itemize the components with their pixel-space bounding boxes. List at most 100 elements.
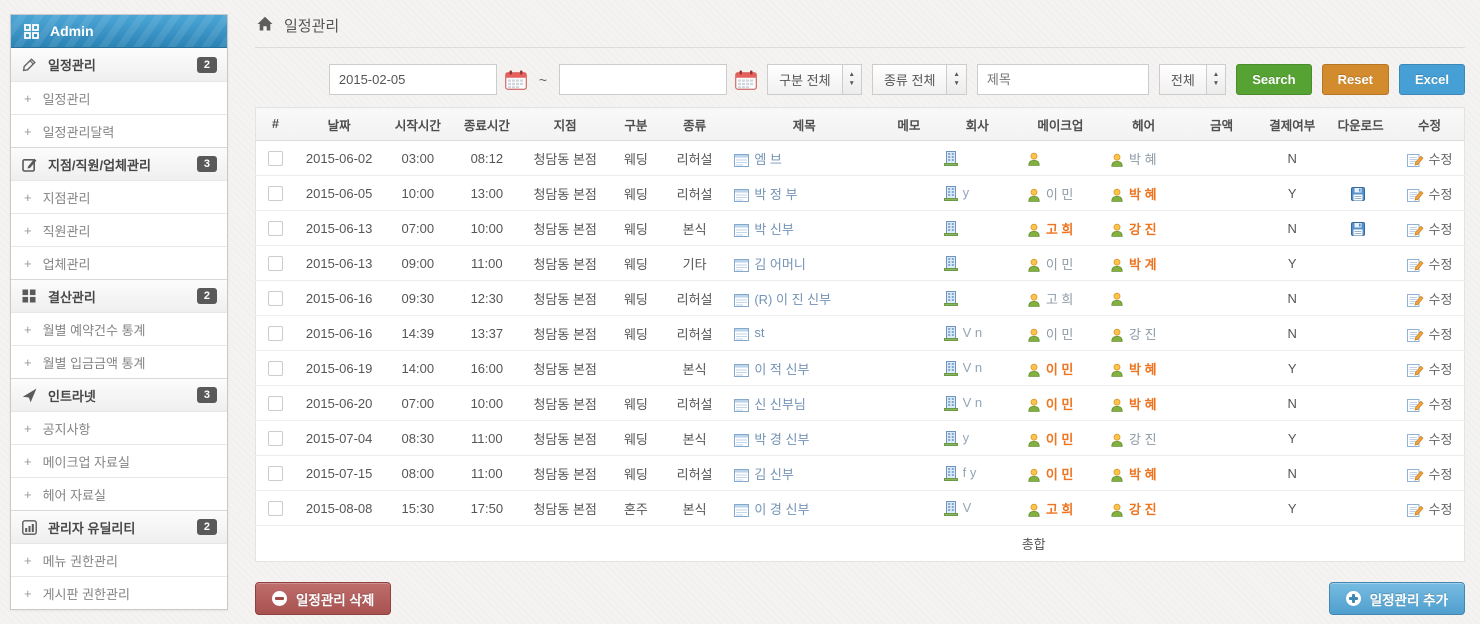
cell-paid: Y xyxy=(1258,246,1326,281)
sidebar-item[interactable]: + 메이크업 자료실 xyxy=(11,444,227,477)
row-checkbox[interactable] xyxy=(268,291,283,306)
edit-link[interactable]: 수정 xyxy=(1407,502,1453,517)
schedule-title-link[interactable]: st xyxy=(754,325,764,340)
makeup-artist-link[interactable]: 이 민 xyxy=(1046,257,1074,272)
calendar-icon[interactable] xyxy=(505,70,527,90)
row-checkbox[interactable] xyxy=(268,151,283,166)
hair-artist-link[interactable]: 박 혜 xyxy=(1129,397,1157,412)
makeup-artist-link[interactable]: 이 민 xyxy=(1046,327,1074,342)
spinner-arrows-icon[interactable]: ▲▼ xyxy=(842,65,861,94)
schedule-title-link[interactable]: 이 적 신부 xyxy=(754,362,809,377)
schedule-title-link[interactable]: 김 어머니 xyxy=(754,257,805,272)
makeup-artist-link[interactable]: 이 민 xyxy=(1046,187,1074,202)
edit-link[interactable]: 수정 xyxy=(1407,327,1453,342)
date-from-input[interactable] xyxy=(329,64,497,95)
hair-artist-link[interactable]: 박 혜 xyxy=(1129,467,1157,482)
schedule-title-link[interactable]: (R) 이 진 신부 xyxy=(754,292,831,307)
sidebar-header[interactable]: Admin xyxy=(11,15,227,48)
sidebar-section[interactable]: 일정관리 2 xyxy=(11,48,227,81)
edit-link[interactable]: 수정 xyxy=(1407,152,1453,167)
kind-filter-select[interactable]: 종류 전체 ▲▼ xyxy=(872,64,967,95)
schedule-title-link[interactable]: 박 정 부 xyxy=(754,187,797,202)
edit-link[interactable]: 수정 xyxy=(1407,397,1453,412)
date-to-input[interactable] xyxy=(559,64,727,95)
row-checkbox[interactable] xyxy=(268,186,283,201)
spinner-arrows-icon[interactable]: ▲▼ xyxy=(1206,65,1225,94)
hair-artist-link[interactable]: 박 계 xyxy=(1129,257,1157,272)
edit-link[interactable]: 수정 xyxy=(1407,467,1453,482)
schedule-title-link[interactable]: 신 신부님 xyxy=(754,397,805,412)
row-checkbox[interactable] xyxy=(268,256,283,271)
hair-artist-link[interactable]: 강 진 xyxy=(1129,502,1157,517)
sidebar-section[interactable]: 지점/직원/업체관리 3 xyxy=(11,147,227,180)
row-checkbox[interactable] xyxy=(268,501,283,516)
schedule-title-link[interactable]: 이 경 신부 xyxy=(754,502,809,517)
sidebar-section[interactable]: 인트라넷 3 xyxy=(11,378,227,411)
delete-schedule-button[interactable]: 일정관리 삭제 xyxy=(255,582,391,615)
sidebar-section-label: 인트라넷 xyxy=(48,386,96,405)
hair-artist-link[interactable]: 박 혜 xyxy=(1129,152,1157,167)
makeup-artist-link[interactable]: 이 민 xyxy=(1046,432,1074,447)
floppy-disk-icon[interactable] xyxy=(1351,187,1365,201)
sidebar-item[interactable]: + 메뉴 권한관리 xyxy=(11,543,227,576)
hair-artist-link[interactable]: 강 진 xyxy=(1129,432,1157,447)
hair-artist-link[interactable]: 강 진 xyxy=(1129,222,1157,237)
sidebar-section[interactable]: 결산관리 2 xyxy=(11,279,227,312)
makeup-artist-link[interactable]: 이 민 xyxy=(1046,362,1074,377)
add-schedule-button[interactable]: 일정관리 추가 xyxy=(1329,582,1465,615)
sidebar-item[interactable]: + 월별 예약건수 통계 xyxy=(11,312,227,345)
sidebar-item[interactable]: + 직원관리 xyxy=(11,213,227,246)
hair-artist-link[interactable]: 박 혜 xyxy=(1129,362,1157,377)
document-icon xyxy=(734,259,749,272)
makeup-artist-link[interactable]: 이 민 xyxy=(1046,467,1074,482)
cell-memo xyxy=(882,386,936,421)
row-checkbox[interactable] xyxy=(268,221,283,236)
makeup-artist-link[interactable]: 이 민 xyxy=(1046,397,1074,412)
row-checkbox[interactable] xyxy=(268,361,283,376)
search-button[interactable]: Search xyxy=(1236,64,1311,95)
sidebar-item[interactable]: + 헤어 자료실 xyxy=(11,477,227,510)
cell-branch: 청담동 본점 xyxy=(521,211,609,246)
bottom-actions: 일정관리 삭제 일정관리 추가 xyxy=(255,582,1465,615)
document-icon xyxy=(734,154,749,167)
row-checkbox[interactable] xyxy=(268,326,283,341)
sidebar-item[interactable]: + 게시판 권한관리 xyxy=(11,576,227,609)
sidebar-item[interactable]: + 월별 입금금액 통계 xyxy=(11,345,227,378)
edit-link[interactable]: 수정 xyxy=(1407,187,1453,202)
schedule-title-link[interactable]: 박 신부 xyxy=(754,222,794,237)
spinner-arrows-icon[interactable]: ▲▼ xyxy=(946,65,965,94)
cell-memo xyxy=(882,246,936,281)
edit-link[interactable]: 수정 xyxy=(1407,222,1453,237)
sidebar-item[interactable]: + 일정관리 xyxy=(11,81,227,114)
hair-artist-link[interactable]: 강 진 xyxy=(1129,327,1157,342)
calendar-icon[interactable] xyxy=(735,70,757,90)
title-search-input[interactable] xyxy=(977,64,1149,95)
edit-link[interactable]: 수정 xyxy=(1407,292,1453,307)
sidebar-item[interactable]: + 지점관리 xyxy=(11,180,227,213)
status-filter-select[interactable]: 전체 ▲▼ xyxy=(1159,64,1226,95)
row-checkbox[interactable] xyxy=(268,466,283,481)
edit-link[interactable]: 수정 xyxy=(1407,257,1453,272)
user-icon xyxy=(1110,398,1124,412)
edit-link[interactable]: 수정 xyxy=(1407,362,1453,377)
schedule-title-link[interactable]: 박 경 신부 xyxy=(754,432,809,447)
sidebar-item[interactable]: + 공지사항 xyxy=(11,411,227,444)
hair-artist-link[interactable]: 박 혜 xyxy=(1129,187,1157,202)
excel-button[interactable]: Excel xyxy=(1399,64,1465,95)
row-checkbox[interactable] xyxy=(268,431,283,446)
schedule-title-link[interactable]: 엠 브 xyxy=(754,152,782,167)
category-filter-select[interactable]: 구분 전체 ▲▼ xyxy=(767,64,862,95)
sidebar-section[interactable]: 관리자 유딜리티 2 xyxy=(11,510,227,543)
floppy-disk-icon[interactable] xyxy=(1351,222,1365,236)
edit-link[interactable]: 수정 xyxy=(1407,432,1453,447)
row-checkbox[interactable] xyxy=(268,396,283,411)
schedule-title-link[interactable]: 김 신부 xyxy=(754,467,794,482)
cell-kind: 리허설 xyxy=(663,316,727,351)
home-icon[interactable] xyxy=(257,16,273,35)
sidebar-item[interactable]: + 업체관리 xyxy=(11,246,227,279)
makeup-artist-link[interactable]: 고 희 xyxy=(1046,502,1074,517)
makeup-artist-link[interactable]: 고 희 xyxy=(1046,222,1074,237)
makeup-artist-link[interactable]: 고 희 xyxy=(1046,292,1074,307)
reset-button[interactable]: Reset xyxy=(1322,64,1389,95)
sidebar-item[interactable]: + 일정관리달력 xyxy=(11,114,227,147)
